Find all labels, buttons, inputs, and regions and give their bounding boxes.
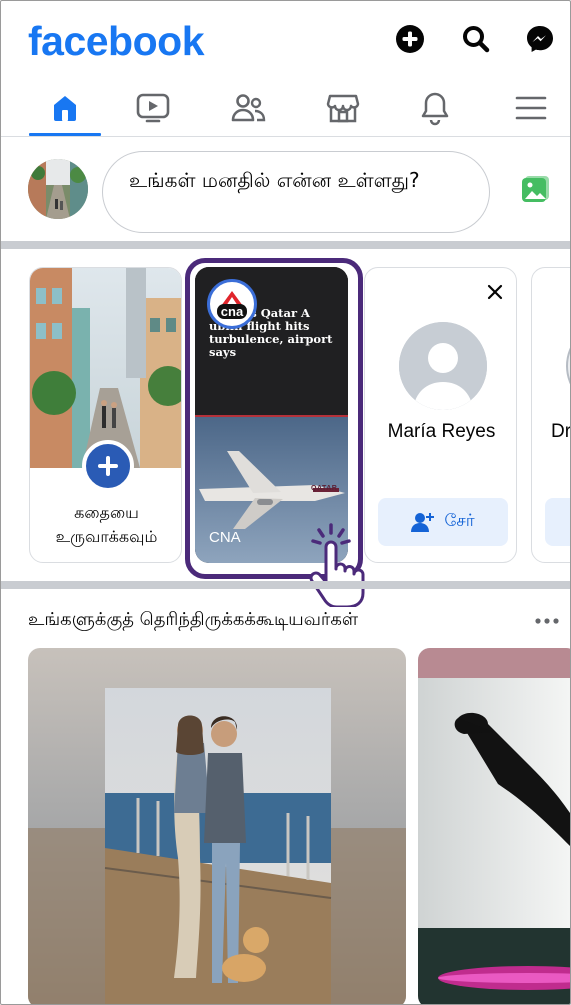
messenger-button[interactable] <box>523 22 557 56</box>
user-avatar[interactable] <box>28 159 88 219</box>
more-icon <box>535 618 559 624</box>
photo-icon <box>522 176 549 202</box>
suggested-profile-card-2[interactable] <box>418 648 570 1004</box>
close-icon <box>487 284 503 300</box>
partial-avatar <box>566 322 570 410</box>
home-icon <box>54 95 76 121</box>
tap-hand-icon <box>309 523 365 607</box>
create-story-photo <box>30 268 181 468</box>
dancer-photo <box>418 648 570 1004</box>
couple-photo <box>28 648 406 1004</box>
menu-icon <box>515 96 547 119</box>
add-icon <box>396 25 424 53</box>
person-placeholder-icon <box>399 322 487 410</box>
active-tab-indicator <box>29 133 101 136</box>
add-friend-icon <box>411 513 435 532</box>
create-story-card[interactable]: கதையை உருவாக்கவும் <box>29 267 182 563</box>
more-options-button[interactable] <box>534 613 560 627</box>
default-avatar <box>399 322 487 410</box>
video-icon <box>136 93 170 122</box>
friend-suggestion-card-partial[interactable]: Dr' <box>531 267 571 563</box>
tab-home[interactable] <box>29 79 101 136</box>
tab-menu[interactable] <box>495 79 567 136</box>
friend-suggestion-card[interactable]: María Reyes சேர் <box>364 267 517 563</box>
tab-bar <box>1 79 570 137</box>
friends-icon <box>231 93 266 121</box>
top-bar: facebook <box>1 1 570 79</box>
photo-button[interactable] <box>519 174 551 206</box>
tab-marketplace[interactable] <box>307 79 379 136</box>
facebook-logo: facebook <box>28 18 205 64</box>
marketplace-icon <box>326 94 360 122</box>
partial-friend-name: Dr' <box>551 421 571 442</box>
tab-notifications[interactable] <box>399 79 471 136</box>
search-icon <box>463 26 490 53</box>
messenger-icon <box>527 26 553 52</box>
section-divider-2 <box>1 581 570 589</box>
app-frame: facebook உங்கள் மனதில் என்ன உள்ளது? கதைய… <box>0 0 571 1005</box>
tab-friends[interactable] <box>213 79 285 136</box>
suggested-profile-card[interactable] <box>28 648 406 1004</box>
status-composer-input[interactable]: உங்கள் மனதில் என்ன உள்ளது? <box>102 151 490 233</box>
dismiss-button[interactable] <box>485 282 505 302</box>
section-divider <box>1 241 570 249</box>
add-friend-label: சேர் <box>444 511 475 531</box>
add-friend-button[interactable]: சேர் <box>378 498 508 546</box>
friend-name: María Reyes <box>387 421 496 442</box>
search-button[interactable] <box>459 22 493 56</box>
plus-icon <box>98 456 118 476</box>
bell-icon <box>421 92 449 125</box>
create-button[interactable] <box>393 22 427 56</box>
create-story-label: கதையை உருவாக்கவும் <box>55 503 158 546</box>
add-story-button[interactable] <box>82 440 134 492</box>
tab-video[interactable] <box>117 79 189 136</box>
partial-add-button[interactable] <box>545 498 570 546</box>
suggestions-title: உங்களுக்குத் தெரிந்திருக்கக்கூடியவர்கள் <box>28 609 359 630</box>
